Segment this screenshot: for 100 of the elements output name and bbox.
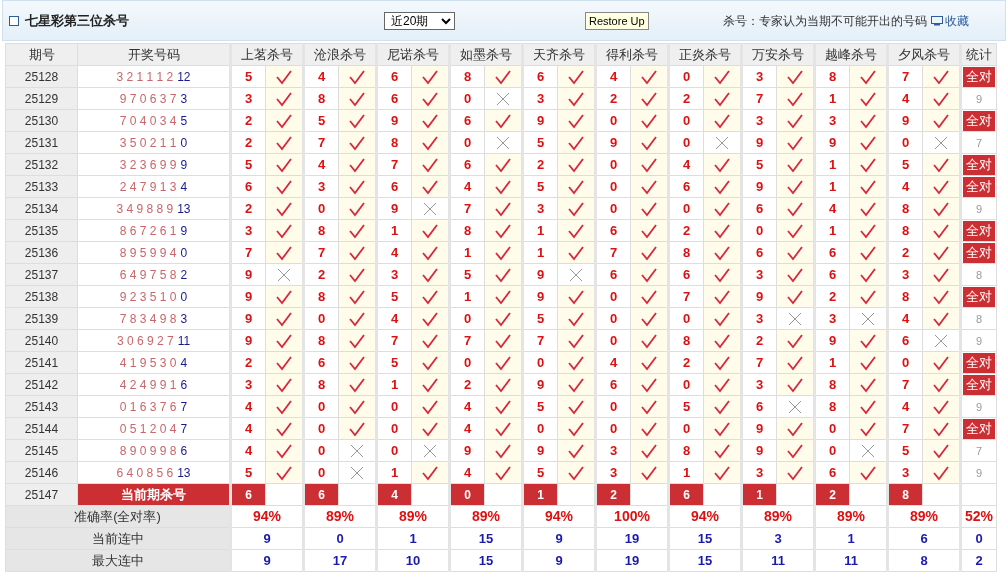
period-cell: 25131	[5, 131, 78, 154]
pick-number: 8	[668, 241, 704, 264]
pick-number: 0	[595, 197, 631, 220]
all-correct-badge: 全对	[963, 154, 995, 175]
summary-value: 11	[814, 549, 888, 572]
pick-number: 2	[230, 109, 266, 132]
pick-number: 8	[887, 285, 923, 308]
pick-number: 4	[668, 153, 704, 176]
pick-number: 0	[376, 439, 412, 462]
summary-value: 52%	[960, 505, 997, 528]
pick-number: 8	[303, 87, 339, 110]
pick-number: 4	[887, 175, 923, 198]
pick-number: 9	[741, 439, 777, 462]
pick-number: 6	[741, 241, 777, 264]
summary-value: 94%	[668, 505, 742, 528]
pick-number: 4	[595, 65, 631, 88]
drawn-digits: 8 9 5 9 9 4	[119, 245, 177, 260]
period-cell: 25137	[5, 263, 78, 286]
pick-number: 8	[303, 219, 339, 242]
summary-value: 15	[449, 549, 523, 572]
pick-number: 7	[449, 329, 485, 352]
summary-value: 3	[741, 527, 815, 550]
pick-number: 1	[814, 351, 850, 374]
pick-number: 3	[887, 461, 923, 484]
pick-number: 3	[522, 87, 558, 110]
bonus-number: 9	[180, 157, 188, 172]
pick-number: 0	[814, 439, 850, 462]
bonus-number: 7	[180, 421, 188, 436]
hit-count: 9	[975, 202, 983, 215]
summary-value: 15	[668, 527, 742, 550]
summary-value: 15	[668, 549, 742, 572]
pick-number: 4	[303, 153, 339, 176]
pick-number: 5	[522, 307, 558, 330]
all-correct-badge: 全对	[963, 374, 995, 395]
pick-number: 1	[814, 219, 850, 242]
pick-number: 0	[449, 351, 485, 374]
drawn-digits: 7 0 4 0 3 4	[119, 113, 177, 128]
favorite-link[interactable]: 收藏	[945, 11, 969, 30]
pick-number: 3	[741, 461, 777, 484]
restore-up-button[interactable]: Restore Up	[585, 11, 649, 30]
hit-count: 9	[975, 334, 983, 347]
pick-number: 5	[230, 65, 266, 88]
pick-number: 0	[449, 131, 485, 154]
period-cell: 25130	[5, 109, 78, 132]
pick-number: 7	[522, 329, 558, 352]
bonus-number: 12	[177, 69, 191, 84]
pick-number: 1	[522, 219, 558, 242]
pick-number: 5	[887, 153, 923, 176]
drawn-digits: 0 5 1 2 0 4	[119, 421, 177, 436]
pick-number: 8	[303, 373, 339, 396]
hit-count: 7	[975, 444, 983, 457]
pick-number: 3	[230, 87, 266, 110]
pick-number: 8	[303, 329, 339, 352]
pick-number: 4	[449, 175, 485, 198]
period-cell: 25146	[5, 461, 78, 484]
pick-number: 9	[595, 131, 631, 154]
period-cell: 25144	[5, 417, 78, 440]
pick-number: 4	[449, 417, 485, 440]
period-select[interactable]: 近20期	[384, 11, 455, 30]
square-icon	[9, 15, 19, 26]
pick-number: 7	[741, 87, 777, 110]
pick-number: 0	[303, 307, 339, 330]
pick-number: 4	[887, 307, 923, 330]
pick-number: 9	[887, 109, 923, 132]
pick-number: 0	[376, 395, 412, 418]
pick-number: 0	[668, 109, 704, 132]
pick-number: 0	[522, 351, 558, 374]
pick-number: 4	[449, 395, 485, 418]
period-cell: 25141	[5, 351, 78, 374]
pick-number: 8	[376, 131, 412, 154]
pick-number: 3	[814, 109, 850, 132]
pick-number: 0	[595, 285, 631, 308]
pick-number: 3	[741, 307, 777, 330]
pick-number: 9	[522, 439, 558, 462]
pick-number: 6	[230, 175, 266, 198]
hit-count: 8	[975, 268, 983, 281]
pick-number: 7	[887, 373, 923, 396]
period-cell: 25128	[5, 65, 78, 88]
pick-number: 7	[595, 241, 631, 264]
pick-number: 6	[376, 65, 412, 88]
all-correct-badge: 全对	[963, 242, 995, 263]
pick-number: 5	[230, 461, 266, 484]
pick-number: 9	[376, 197, 412, 220]
pick-number: 3	[595, 439, 631, 462]
all-correct-badge: 全对	[963, 286, 995, 307]
summary-value: 89%	[741, 505, 815, 528]
pick-number: 6	[595, 219, 631, 242]
pick-number: 2	[668, 351, 704, 374]
pick-number: 0	[887, 131, 923, 154]
summary-value: 1	[376, 527, 450, 550]
pick-number: 6	[595, 373, 631, 396]
pick-number: 5	[668, 395, 704, 418]
summary-label: 当前连中	[5, 527, 231, 550]
bonus-number: 7	[180, 399, 188, 414]
pick-number: 0	[522, 417, 558, 440]
pick-number: 6	[814, 241, 850, 264]
page-title: 七星彩第三位杀号	[25, 11, 129, 30]
pick-number: 6	[522, 65, 558, 88]
pick-number: 4	[595, 351, 631, 374]
pick-number: 4	[814, 197, 850, 220]
